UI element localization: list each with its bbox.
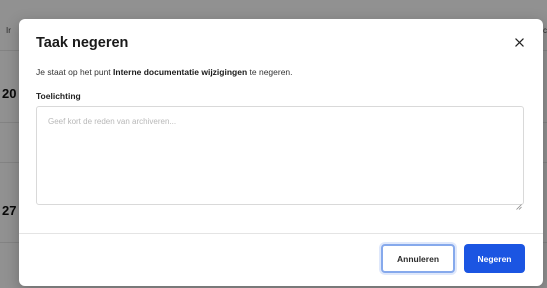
confirm-ignore-button[interactable]: Negeren [464, 244, 525, 273]
ignore-task-dialog: Taak negeren Je staat op het punt Intern… [19, 19, 543, 286]
dialog-title: Taak negeren [36, 35, 129, 51]
close-icon [514, 37, 524, 47]
dialog-intro-text: Je staat op het punt Interne documentati… [36, 67, 293, 77]
intro-text-before: Je staat op het punt [36, 67, 114, 77]
intro-text-after: te negeren. [247, 67, 293, 77]
task-name: Interne documentatie wijzigingen [113, 67, 248, 77]
close-button[interactable] [510, 33, 528, 51]
explanation-textarea[interactable] [36, 106, 524, 205]
cancel-button[interactable]: Annuleren [381, 244, 455, 273]
resize-handle-icon[interactable] [516, 197, 522, 210]
footer-divider [19, 233, 543, 234]
explanation-label: Toelichting [36, 91, 81, 101]
